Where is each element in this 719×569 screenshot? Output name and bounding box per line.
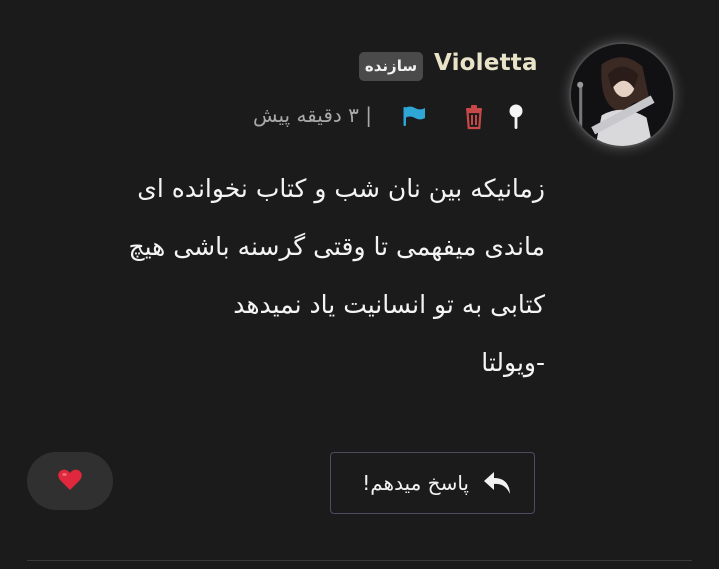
reply-button-label: پاسخ میدهم! [362,471,469,495]
post-line: کتابی به تو انسانیت یاد نمیدهد [233,290,545,319]
post-time: | ۳ دقیقه پیش [252,103,372,127]
creator-badge: سازنده [359,52,423,81]
post-body: زمانیکه بین نان شب و کتاب نخوانده ای مان… [95,160,545,392]
post-line: زمانیکه بین نان شب و کتاب نخوانده ای [137,174,545,203]
username[interactable]: Violetta [434,50,537,76]
post-line: -ویولتا [481,348,545,377]
flag-icon[interactable] [402,104,428,128]
pin-icon[interactable] [506,103,526,131]
heart-icon [57,468,83,492]
post-line: ماندی میفهمی تا وقتی گرسنه باشی هیچ [128,232,545,261]
divider [27,560,692,561]
like-button[interactable] [27,452,113,510]
avatar[interactable] [571,44,673,146]
trash-icon[interactable] [463,104,485,130]
reply-button[interactable]: پاسخ میدهم! [330,452,535,514]
reply-arrow-icon [481,469,513,497]
